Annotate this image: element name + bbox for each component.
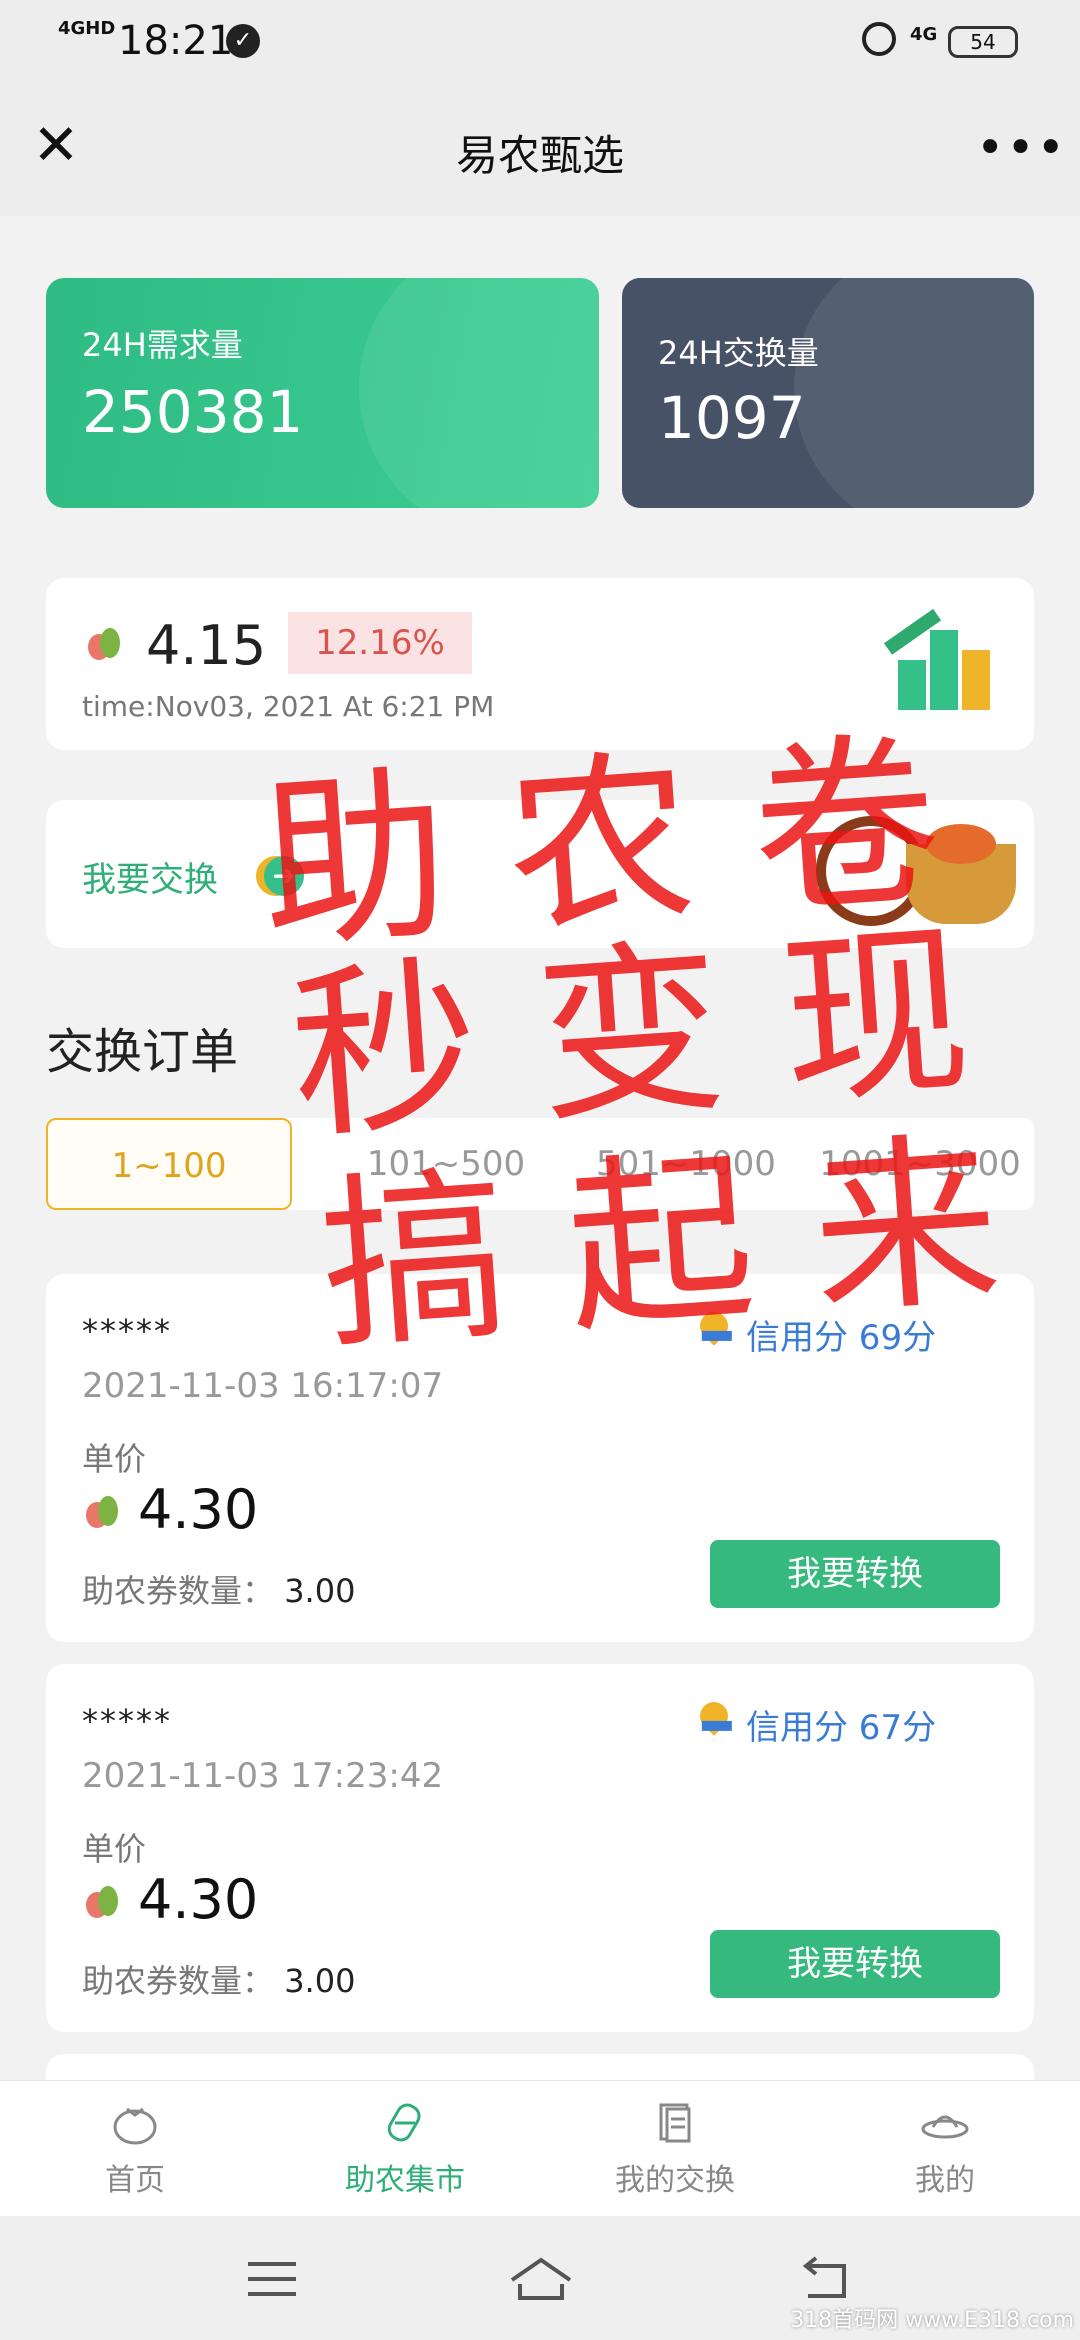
tab-my-exchange[interactable]: 我的交换	[540, 2101, 810, 2199]
network-indicator: 4G	[910, 24, 938, 45]
price-card: 4.15 12.16% time:Nov03, 2021 At 6:21 PM	[46, 578, 1034, 750]
demand-stat-card: 24H需求量 250381	[46, 278, 599, 508]
hat-icon	[921, 2115, 969, 2139]
more-icon[interactable]: •••	[976, 120, 1067, 176]
decor-circle	[359, 278, 599, 508]
quantity-value: 3.00	[284, 1572, 356, 1610]
status-time: 18:21	[118, 18, 234, 64]
tab-label: 首页	[105, 2163, 165, 2198]
exchange-value: 1097	[658, 384, 806, 452]
quantity-label: 助农券数量：	[82, 1572, 275, 1610]
pear-icon	[84, 622, 124, 662]
credit-score: 信用分 67分	[746, 1708, 937, 1748]
alarm-icon	[862, 22, 896, 56]
battery-indicator: 54	[948, 26, 1018, 58]
exchange-entry-label[interactable]: 我要交换	[82, 852, 218, 901]
order-card: ***** 2021-11-03 17:23:42 信用分 67分 单价 4.3…	[46, 1664, 1034, 2032]
unit-price: 4.30	[138, 1478, 259, 1541]
exchange-label: 24H交换量	[658, 334, 819, 372]
price-change-badge: 12.16%	[288, 612, 472, 674]
order-date: 2021-11-03 17:23:42	[82, 1756, 444, 1796]
market-icon	[387, 2103, 421, 2142]
order-date: 2021-11-03 16:17:07	[82, 1366, 444, 1406]
signal-indicator: 4GHD	[58, 18, 116, 39]
back-icon[interactable]	[794, 2254, 854, 2304]
harvest-cart-illustration	[806, 804, 1026, 944]
page-title: 易农甄选	[455, 131, 624, 180]
convert-button[interactable]: 我要转换	[710, 1540, 1000, 1608]
tomato-icon	[113, 2107, 157, 2145]
pear-icon	[82, 1880, 122, 1920]
credit-icon	[694, 1696, 734, 1736]
tab-label: 我的	[915, 2163, 975, 2198]
quantity-row: 助农券数量： 3.00	[82, 1566, 355, 1612]
credit-score: 信用分 69分	[746, 1318, 937, 1358]
demand-value: 250381	[82, 378, 304, 446]
document-icon	[659, 2103, 691, 2143]
unit-price: 4.30	[138, 1868, 259, 1931]
pear-icon	[82, 1490, 122, 1530]
range-tabs: 1~100 101~500 501~1000 1001~3000	[46, 1118, 1034, 1210]
decor-circle	[794, 278, 1034, 508]
current-price: 4.15	[146, 614, 267, 677]
quantity-value: 3.00	[284, 1962, 356, 2000]
status-bar: 4GHD 18:21 ✓ 4G 54	[0, 0, 1080, 88]
quantity-row: 助农券数量： 3.00	[82, 1956, 355, 2002]
nav-bar: ✕ 易农甄选 •••	[0, 88, 1080, 216]
bar-shape	[898, 660, 926, 710]
tab-market[interactable]: 助农集市	[270, 2101, 540, 2199]
tab-me[interactable]: 我的	[810, 2101, 1080, 2199]
tab-range-4[interactable]: 1001~3000	[806, 1118, 1034, 1210]
unit-price-label: 单价	[82, 1440, 147, 1478]
fruit-shape	[926, 824, 996, 864]
tab-range-1[interactable]: 1~100	[46, 1118, 292, 1210]
tab-label: 助农集市	[345, 2163, 465, 2198]
demand-label: 24H需求量	[82, 326, 243, 364]
quantity-label: 助农券数量：	[82, 1962, 275, 2000]
order-user: *****	[82, 1312, 172, 1350]
bar-shape	[962, 650, 990, 710]
tab-home[interactable]: 首页	[0, 2101, 270, 2199]
unit-price-label: 单价	[82, 1830, 147, 1868]
convert-button[interactable]: 我要转换	[710, 1930, 1000, 1998]
order-user: *****	[82, 1702, 172, 1740]
order-card: ***** 2021-11-03 16:17:07 信用分 69分 单价 4.3…	[46, 1274, 1034, 1642]
tab-label: 我的交换	[615, 2163, 735, 2198]
orders-section-title: 交换订单	[46, 1024, 239, 1080]
home-icon[interactable]	[506, 2254, 576, 2304]
menu-icon[interactable]	[242, 2254, 302, 2304]
chart-growth-icon	[883, 598, 1018, 738]
exchange-stat-card: 24H交换量 1097	[622, 278, 1034, 508]
exchange-entry-card[interactable]: 我要交换 ➜	[46, 800, 1034, 948]
credit-icon	[694, 1306, 734, 1346]
check-icon: ✓	[226, 24, 260, 58]
tab-range-3[interactable]: 501~1000	[566, 1118, 806, 1210]
price-time: time:Nov03, 2021 At 6:21 PM	[82, 690, 495, 723]
system-nav-bar	[0, 2216, 1080, 2340]
bottom-tab-bar: 首页 助农集市 我的交换 我的	[0, 2080, 1080, 2217]
arrow-right-icon[interactable]: ➜	[264, 856, 304, 896]
tab-range-2[interactable]: 101~500	[346, 1118, 546, 1210]
bar-shape	[930, 630, 958, 710]
